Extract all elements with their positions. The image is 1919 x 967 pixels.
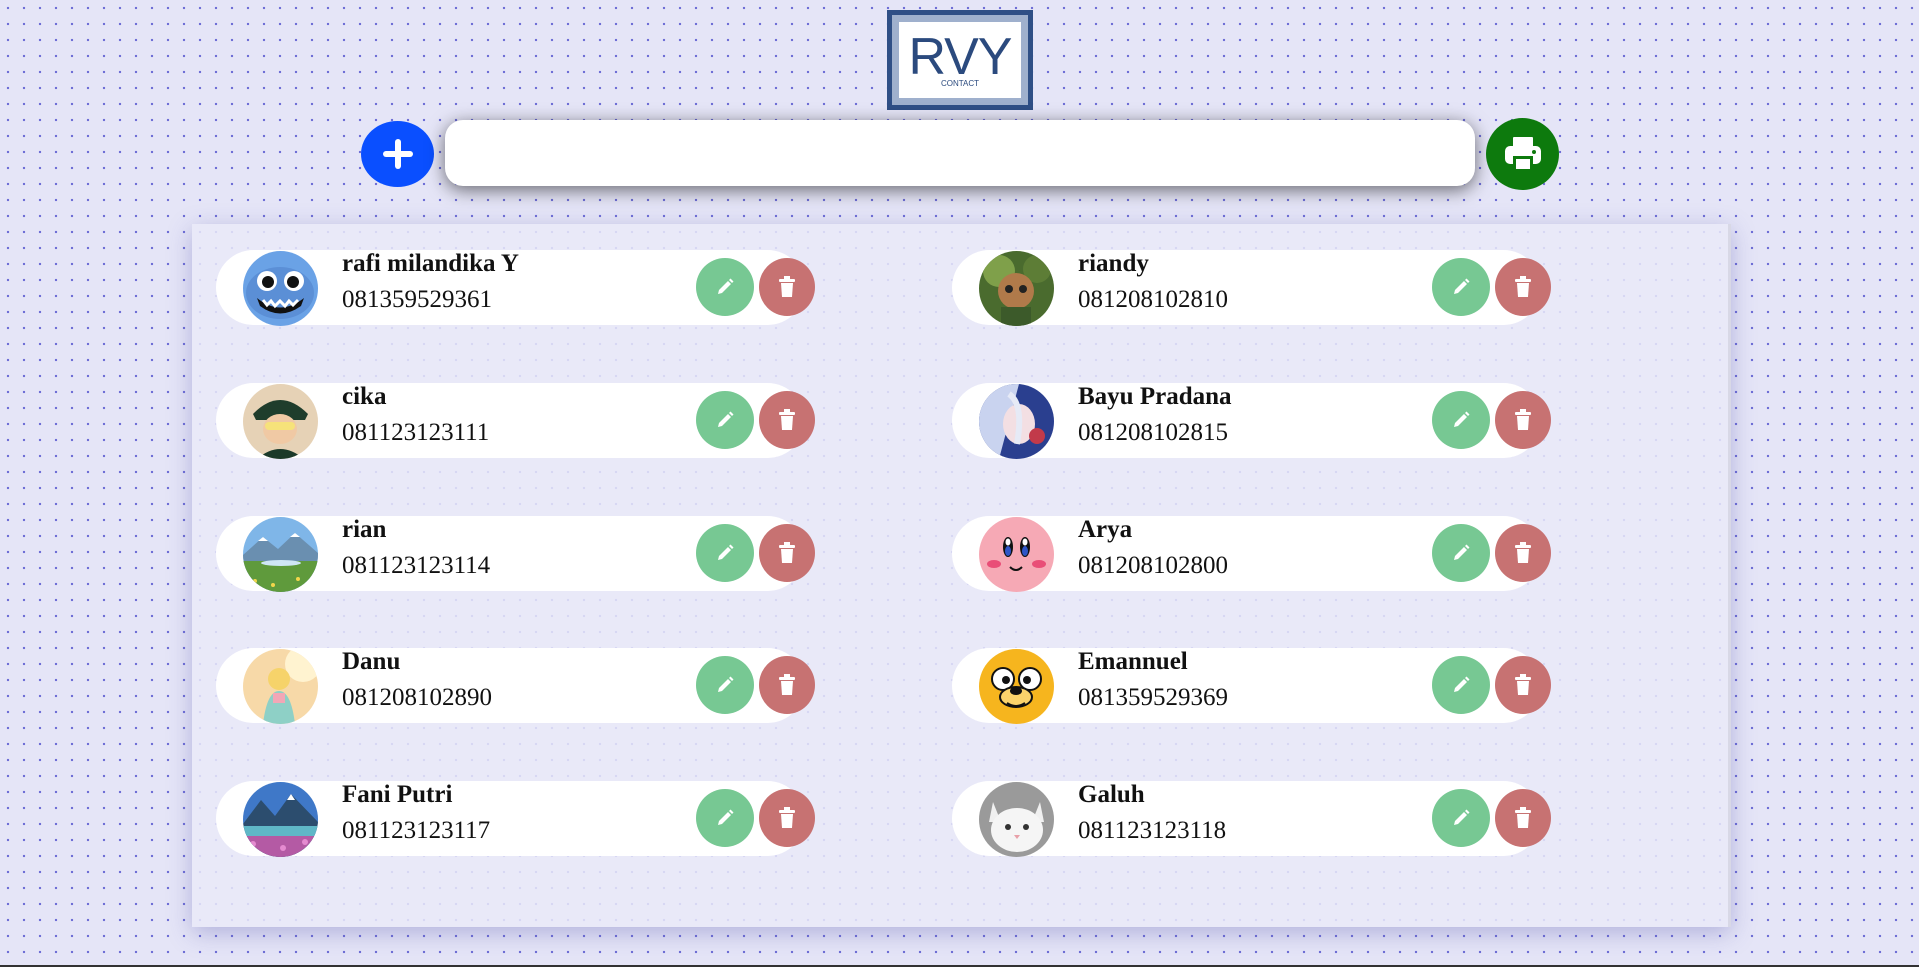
contact-card: Danu 081208102890 [216, 648, 815, 724]
edit-button[interactable] [696, 789, 754, 847]
delete-button[interactable] [759, 524, 815, 582]
contact-phone: 081208102800 [1078, 552, 1228, 579]
edit-button[interactable] [696, 391, 754, 449]
trash-icon [1515, 807, 1531, 828]
trash-icon [779, 674, 795, 695]
add-contact-button[interactable] [361, 121, 434, 187]
contact-name: cika [342, 383, 387, 410]
logo-text: RVY [908, 27, 1013, 86]
trash-icon [779, 542, 795, 563]
printer-icon [1504, 137, 1541, 171]
edit-button[interactable] [1432, 524, 1490, 582]
edit-button[interactable] [696, 258, 754, 316]
plus-icon [382, 139, 413, 169]
contact-name: rafi milandika Y [342, 250, 519, 277]
contact-name: Galuh [1078, 781, 1145, 808]
kirby-avatar [979, 517, 1054, 592]
contact-card: Galuh 081123123118 [952, 781, 1551, 857]
edit-button[interactable] [1432, 258, 1490, 316]
delete-button[interactable] [1495, 524, 1551, 582]
trash-icon [1515, 276, 1531, 297]
contact-phone: 081123123114 [342, 552, 491, 579]
contact-card: Emannuel 081359529369 [952, 648, 1551, 724]
photo-avatar [243, 384, 318, 459]
contact-name: Fani Putri [342, 781, 453, 808]
pencil-icon [718, 544, 734, 560]
trash-icon [779, 276, 795, 297]
contact-card: Bayu Pradana 081208102815 [952, 383, 1551, 459]
contact-name: Danu [342, 648, 401, 675]
delete-button[interactable] [1495, 391, 1551, 449]
pencil-icon [1454, 809, 1470, 825]
delete-button[interactable] [1495, 656, 1551, 714]
contact-name: riandy [1078, 250, 1149, 277]
photo-avatar [979, 251, 1054, 326]
edit-button[interactable] [696, 656, 754, 714]
contact-card: Fani Putri 081123123117 [216, 781, 815, 857]
anime-avatar [979, 384, 1054, 459]
edit-button[interactable] [1432, 789, 1490, 847]
pencil-icon [718, 278, 734, 294]
contact-phone: 081208102810 [1078, 286, 1228, 313]
app-logo: RVY CONTACT [887, 10, 1033, 110]
edit-button[interactable] [1432, 391, 1490, 449]
contact-phone: 081123123118 [1078, 817, 1227, 844]
contact-name: Emannuel [1078, 648, 1188, 675]
contact-name: Bayu Pradana [1078, 383, 1232, 410]
contact-phone: 081208102890 [342, 684, 492, 711]
contact-card: Arya 081208102800 [952, 516, 1551, 592]
pencil-icon [1454, 676, 1470, 692]
landscape-avatar [243, 782, 318, 857]
trash-icon [1515, 674, 1531, 695]
delete-button[interactable] [759, 391, 815, 449]
contact-phone: 081359529361 [342, 286, 492, 313]
stitch-avatar [243, 251, 318, 326]
pencil-icon [718, 411, 734, 427]
delete-button[interactable] [759, 656, 815, 714]
landscape-avatar [243, 517, 318, 592]
edit-button[interactable] [696, 524, 754, 582]
photo-avatar [243, 649, 318, 724]
contact-phone: 081208102815 [1078, 419, 1228, 446]
search-input[interactable] [445, 120, 1475, 186]
contact-card: riandy 081208102810 [952, 250, 1551, 326]
pencil-icon [1454, 411, 1470, 427]
logo-subtext: CONTACT [940, 78, 980, 88]
edit-button[interactable] [1432, 656, 1490, 714]
pencil-icon [718, 676, 734, 692]
contact-name: rian [342, 516, 387, 543]
contacts-panel: rafi milandika Y 081359529361 riandy 081… [192, 224, 1731, 927]
delete-button[interactable] [1495, 258, 1551, 316]
print-button[interactable] [1486, 118, 1559, 190]
contact-card: rafi milandika Y 081359529361 [216, 250, 815, 326]
contact-card: cika 081123123111 [216, 383, 815, 459]
trash-icon [1515, 409, 1531, 430]
trash-icon [1515, 542, 1531, 563]
contact-name: Arya [1078, 516, 1133, 543]
delete-button[interactable] [759, 258, 815, 316]
delete-button[interactable] [759, 789, 815, 847]
delete-button[interactable] [1495, 789, 1551, 847]
pencil-icon [718, 809, 734, 825]
pencil-icon [1454, 278, 1470, 294]
cat-avatar [979, 782, 1054, 857]
contact-phone: 081123123117 [342, 817, 491, 844]
contact-card: rian 081123123114 [216, 516, 815, 592]
trash-icon [779, 409, 795, 430]
jake-avatar [979, 649, 1054, 724]
pencil-icon [1454, 544, 1470, 560]
contact-phone: 081123123111 [342, 419, 490, 446]
trash-icon [779, 807, 795, 828]
contact-phone: 081359529369 [1078, 684, 1228, 711]
